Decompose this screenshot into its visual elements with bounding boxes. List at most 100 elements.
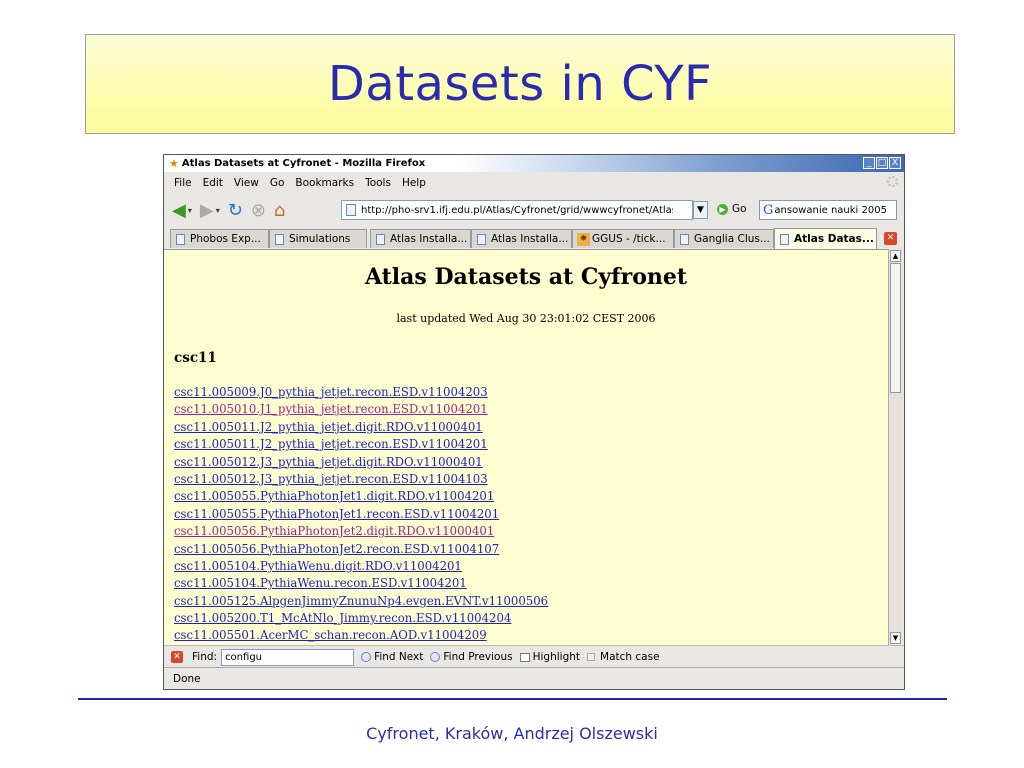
status-text: Done <box>173 673 201 685</box>
menu-tools[interactable]: Tools <box>365 177 391 189</box>
scrollbar-thumb[interactable] <box>890 263 901 393</box>
browser-window: ★ Atlas Datasets at Cyfronet - Mozilla F… <box>163 154 905 690</box>
google-icon[interactable]: G <box>763 203 773 218</box>
search-text[interactable]: ansowanie nauki 2005 <box>774 205 887 216</box>
dataset-link[interactable]: csc11.005056.PythiaPhotonJet2.recon.ESD.… <box>174 541 548 558</box>
url-text[interactable]: http://pho-srv1.ifj.edu.pl/Atlas/Cyfrone… <box>361 205 673 216</box>
dataset-link[interactable]: csc11.005125.AlpgenJimmyZnunuNp4.evgen.E… <box>174 593 548 610</box>
slide-title-box: Datasets in CYF <box>85 34 955 134</box>
highlight-label: Highlight <box>532 651 581 663</box>
tab-label: Atlas Installa... <box>491 233 569 245</box>
find-label: Find: <box>192 651 218 663</box>
slide-title: Datasets in CYF <box>327 56 713 112</box>
tab-ganglia[interactable]: Ganglia Clus... <box>674 229 774 248</box>
url-history-dropdown[interactable]: ▼ <box>693 201 708 219</box>
window-titlebar[interactable]: ★ Atlas Datasets at Cyfronet - Mozilla F… <box>164 155 904 172</box>
back-arrow-icon[interactable]: ◀ <box>172 200 186 221</box>
scroll-up-arrow-icon[interactable]: ▲ <box>890 250 901 262</box>
tab-atlas-installa-1[interactable]: Atlas Installa... <box>370 229 471 248</box>
menu-edit[interactable]: Edit <box>203 177 223 189</box>
home-icon[interactable]: ⌂ <box>274 200 285 221</box>
find-next-label: Find Next <box>374 651 424 663</box>
page-icon <box>376 233 385 245</box>
url-bar[interactable]: http://pho-srv1.ifj.edu.pl/Atlas/Cyfrone… <box>341 200 693 220</box>
dataset-link[interactable]: csc11.005501.AcerMC_schan.recon.AOD.v110… <box>174 627 548 644</box>
close-window-button[interactable]: X <box>889 157 901 169</box>
dataset-link[interactable]: csc11.005011.J2_pythia_jetjet.digit.RDO.… <box>174 419 548 436</box>
tab-label: Simulations <box>289 233 351 245</box>
dataset-link[interactable]: csc11.005055.PythiaPhotonJet1.recon.ESD.… <box>174 506 548 523</box>
tab-bar: Phobos Exp... Simulations Atlas Installa… <box>164 228 904 249</box>
page-heading: Atlas Datasets at Cyfronet <box>364 264 688 290</box>
page-icon <box>176 233 185 245</box>
page-icon <box>477 233 486 245</box>
find-previous-icon <box>430 652 441 662</box>
dataset-link-list: csc11.005009.J0_pythia_jetjet.recon.ESD.… <box>174 384 548 645</box>
last-updated-text: last updated Wed Aug 30 23:01:02 CEST 20… <box>396 312 656 325</box>
page-icon <box>275 233 284 245</box>
tab-label: Atlas Installa... <box>390 233 468 245</box>
dataset-link[interactable]: csc11.005012.J3_pythia_jetjet.recon.ESD.… <box>174 471 548 488</box>
menu-bar: File Edit View Go Bookmarks Tools Help <box>164 173 904 193</box>
ggus-icon: ✸ <box>577 232 590 246</box>
forward-history-dropdown-icon[interactable]: ▾ <box>216 206 220 215</box>
menu-view[interactable]: View <box>234 177 259 189</box>
footer-divider <box>78 698 947 700</box>
search-box[interactable]: G ansowanie nauki 2005 <box>759 200 897 220</box>
dataset-link[interactable]: csc11.005011.J2_pythia_jetjet.recon.ESD.… <box>174 436 548 453</box>
highlight-button[interactable]: Highlight <box>519 651 581 663</box>
go-label: Go <box>732 203 747 215</box>
find-bar: ✕ Find: configu Find Next Find Previous … <box>164 645 904 668</box>
find-previous-button[interactable]: Find Previous <box>430 651 513 663</box>
page-icon <box>346 204 356 216</box>
page-icon <box>680 233 689 245</box>
dataset-link[interactable]: csc11.005104.PythiaWenu.recon.ESD.v11004… <box>174 575 548 592</box>
tab-label: Phobos Exp... <box>190 233 261 245</box>
tab-label: Ganglia Clus... <box>694 233 770 245</box>
dataset-link[interactable]: csc11.005055.PythiaPhotonJet1.digit.RDO.… <box>174 488 548 505</box>
reload-icon[interactable]: ↻ <box>228 200 243 221</box>
menu-bookmarks[interactable]: Bookmarks <box>295 177 354 189</box>
window-controls: _ □ X <box>863 157 901 169</box>
highlight-icon <box>519 652 530 662</box>
stop-icon[interactable]: ⊗ <box>251 200 266 221</box>
slide-footer: Cyfronet, Kraków, Andrzej Olszewski <box>366 724 658 743</box>
dataset-link[interactable]: csc11.005104.PythiaWenu.digit.RDO.v11004… <box>174 558 548 575</box>
find-next-icon <box>361 652 372 662</box>
window-title: Atlas Datasets at Cyfronet - Mozilla Fir… <box>181 158 426 169</box>
dataset-link[interactable]: csc11.005010.J1_pythia_jetjet.recon.ESD.… <box>174 401 548 418</box>
navigation-toolbar: ◀ ▾ ▶ ▾ ↻ ⊗ ⌂ http://pho-srv1.ifj.edu.pl… <box>164 195 904 225</box>
tab-ggus[interactable]: ✸ GGUS - /tick... <box>572 229 674 248</box>
dataset-link[interactable]: csc11.005056.PythiaPhotonJet2.digit.RDO.… <box>174 523 548 540</box>
find-input[interactable]: configu <box>221 648 355 666</box>
dataset-link[interactable]: csc11.005009.J0_pythia_jetjet.recon.ESD.… <box>174 384 548 401</box>
vertical-scrollbar[interactable]: ▲ ▼ <box>888 249 902 645</box>
minimize-button[interactable]: _ <box>863 157 875 169</box>
forward-arrow-icon[interactable]: ▶ <box>200 200 214 221</box>
section-heading: csc11 <box>174 350 217 366</box>
find-previous-label: Find Previous <box>443 651 513 663</box>
throbber-icon <box>887 176 898 187</box>
dataset-link[interactable]: csc11.005012.J3_pythia_jetjet.digit.RDO.… <box>174 454 548 471</box>
find-next-button[interactable]: Find Next <box>361 651 423 663</box>
tab-phobos[interactable]: Phobos Exp... <box>170 229 269 248</box>
scroll-down-arrow-icon[interactable]: ▼ <box>890 632 901 644</box>
tab-label: GGUS - /tick... <box>592 233 666 245</box>
tab-atlas-datasets[interactable]: Atlas Datas... <box>774 228 877 249</box>
close-find-icon[interactable]: ✕ <box>171 651 183 663</box>
back-history-dropdown-icon[interactable]: ▾ <box>188 206 192 215</box>
menu-go[interactable]: Go <box>270 177 285 189</box>
menu-help[interactable]: Help <box>402 177 426 189</box>
menu-file[interactable]: File <box>174 177 192 189</box>
tab-simulations[interactable]: Simulations <box>269 229 367 248</box>
close-tab-icon[interactable]: ✕ <box>884 232 897 245</box>
firefox-icon: ★ <box>169 157 179 170</box>
go-button[interactable]: ▶ Go <box>717 203 747 215</box>
maximize-button[interactable]: □ <box>876 157 888 169</box>
dataset-link[interactable]: csc11.005200.T1_McAtNlo_Jimmy.recon.ESD.… <box>174 610 548 627</box>
tab-label: Atlas Datas... <box>794 233 874 245</box>
tab-atlas-installa-2[interactable]: Atlas Installa... <box>471 229 572 248</box>
page-content: Atlas Datasets at Cyfronet last updated … <box>164 249 888 646</box>
match-case-label: Match case <box>600 651 660 663</box>
match-case-checkbox[interactable]: Match case <box>587 651 660 663</box>
